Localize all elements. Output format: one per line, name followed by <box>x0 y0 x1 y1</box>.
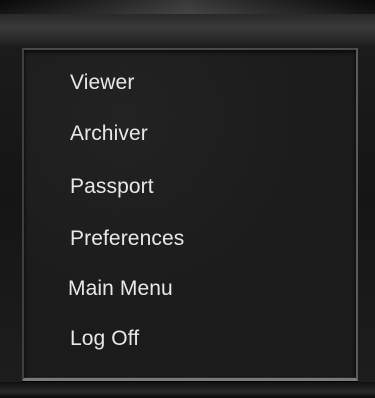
menu-item-preferences[interactable]: Preferences <box>70 226 184 252</box>
menu-item-passport[interactable]: Passport <box>70 174 154 200</box>
menu-item-viewer[interactable]: Viewer <box>70 70 134 96</box>
menu-panel: Viewer Archiver Passport Preferences Mai… <box>22 48 358 381</box>
window-bottom-rim <box>0 382 375 398</box>
menu-window: Viewer Archiver Passport Preferences Mai… <box>0 0 375 398</box>
menu-item-main-menu[interactable]: Main Menu <box>68 276 173 302</box>
menu-item-archiver[interactable]: Archiver <box>70 121 148 147</box>
menu-item-log-off[interactable]: Log Off <box>70 326 139 352</box>
